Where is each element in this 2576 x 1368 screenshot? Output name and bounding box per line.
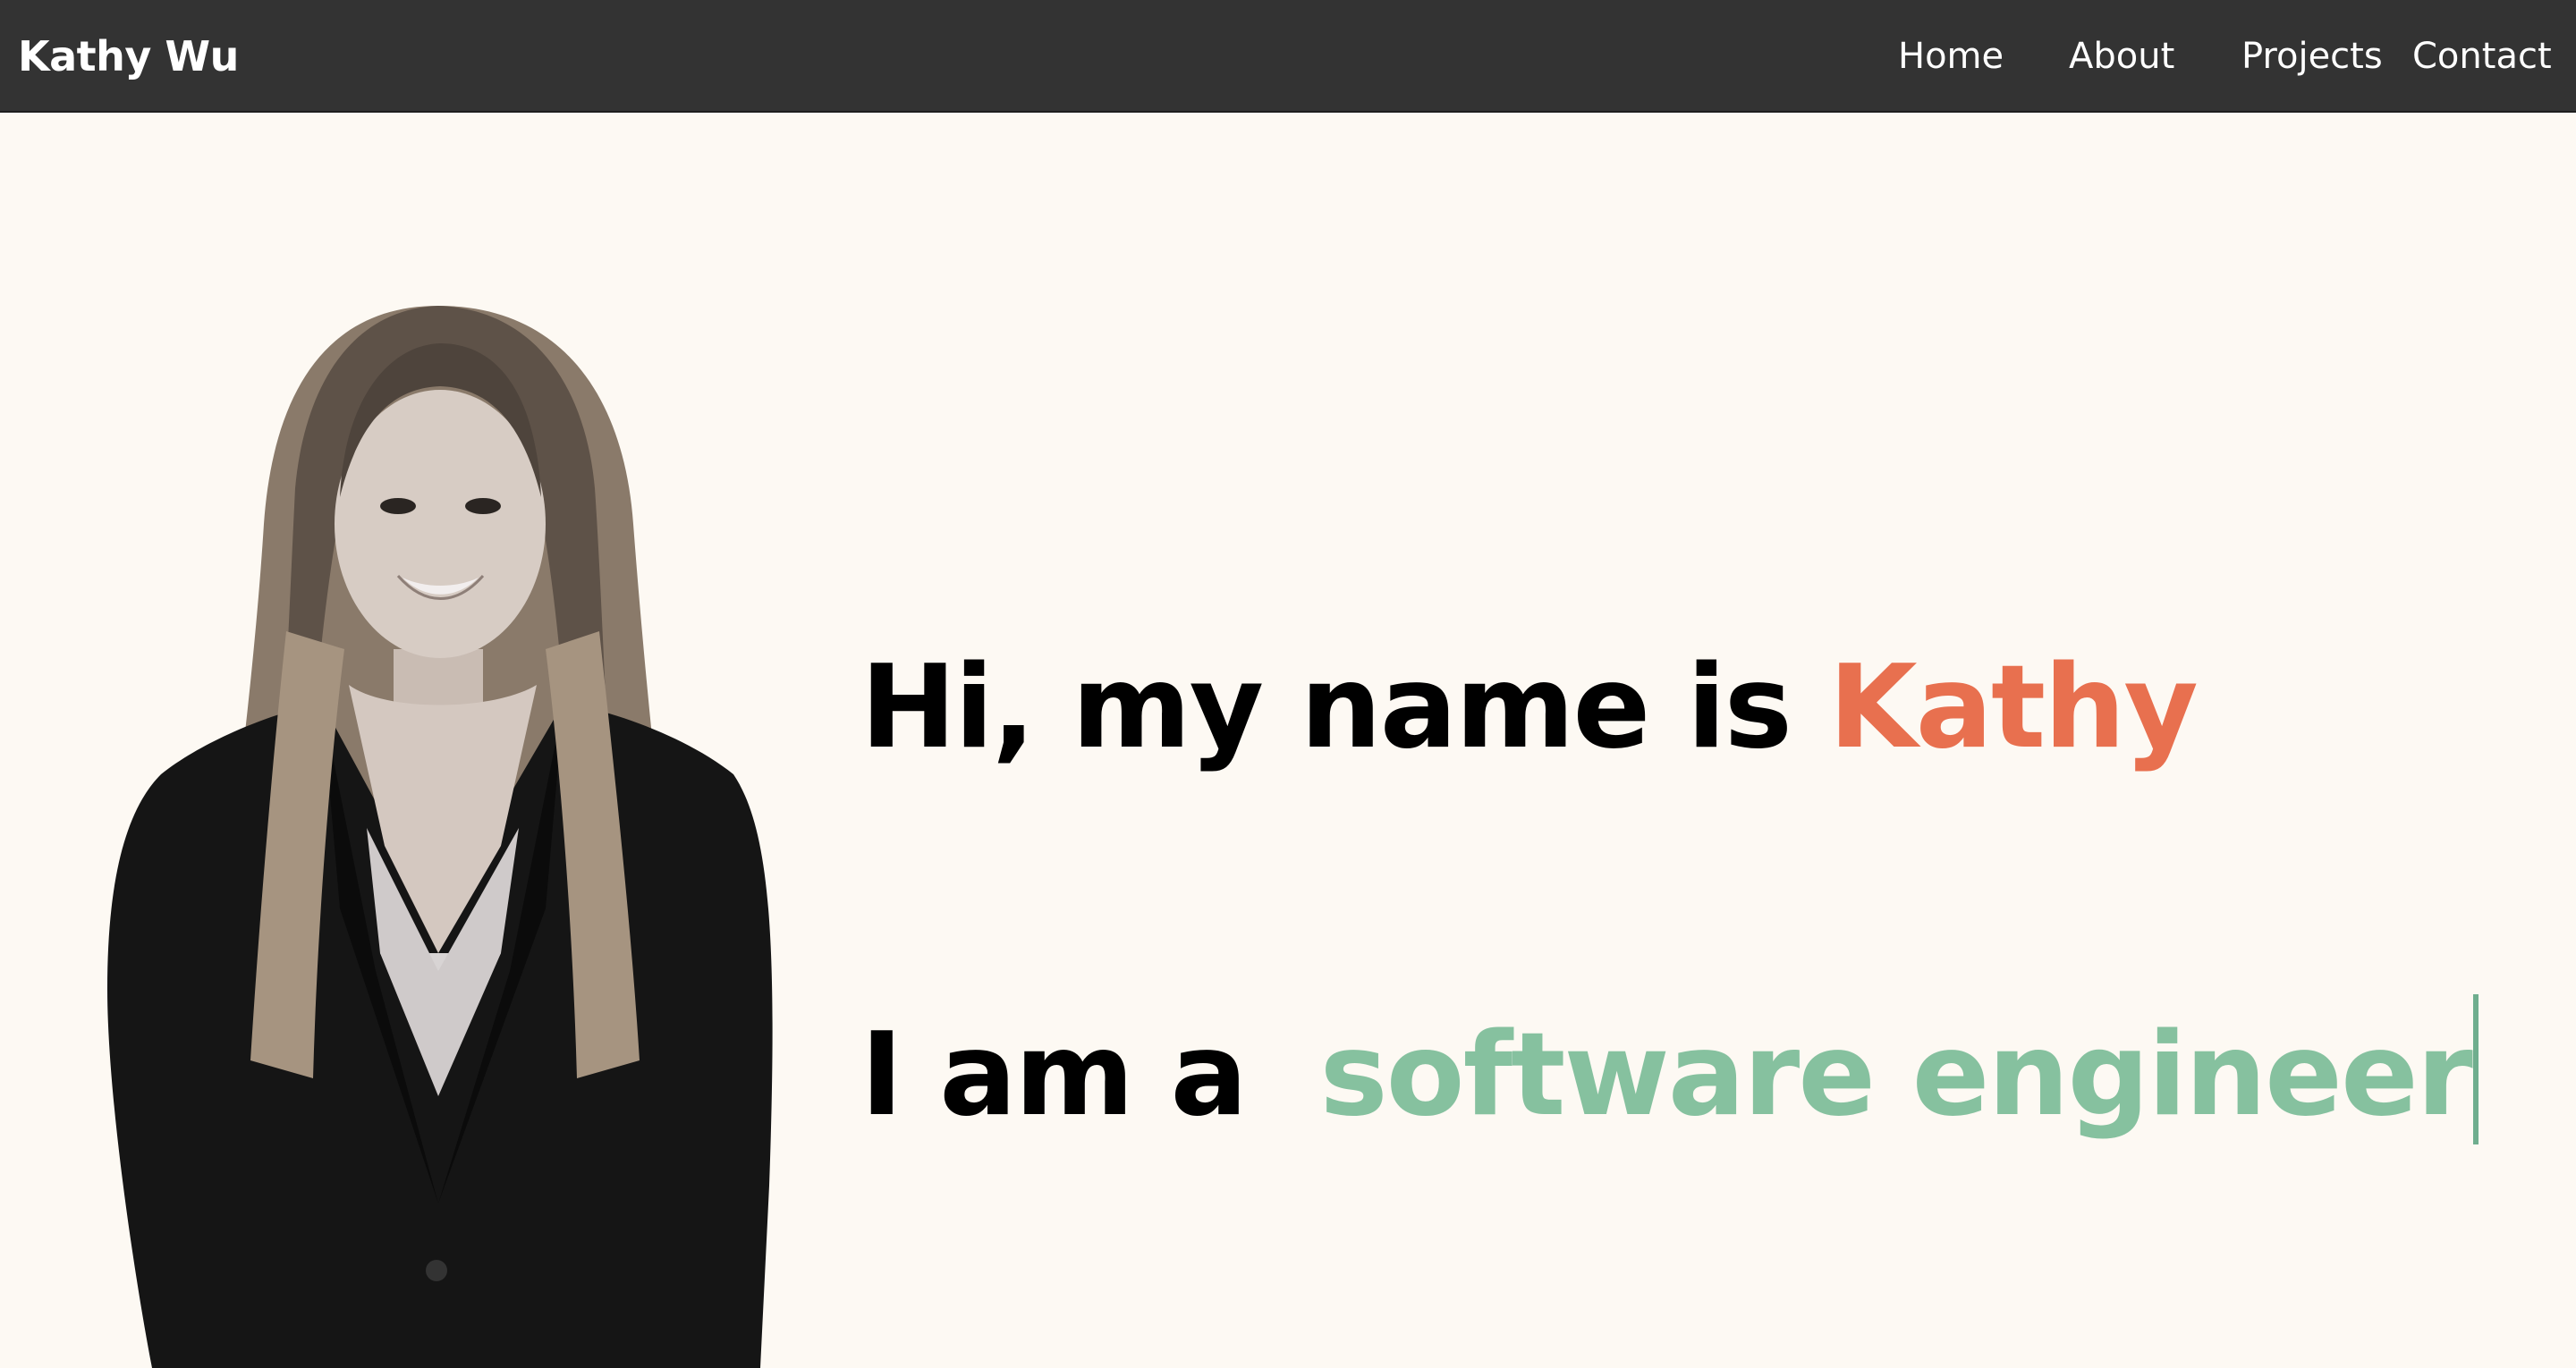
role-prefix: I am a bbox=[860, 1009, 1284, 1143]
greeting-heading: Hi, my name is Kathy bbox=[860, 640, 2199, 775]
nav-link-projects[interactable]: Projects bbox=[2241, 0, 2383, 113]
role-heading: I am a software engineer bbox=[860, 994, 2479, 1145]
greeting-prefix: Hi, my name is bbox=[860, 640, 1829, 774]
nav-link-contact[interactable]: Contact bbox=[2412, 0, 2552, 113]
site-brand[interactable]: Kathy Wu bbox=[18, 0, 239, 113]
nav-link-home[interactable]: Home bbox=[1898, 0, 2004, 113]
role-typed-text: software engineer bbox=[1319, 1009, 2472, 1143]
nav-link-about[interactable]: About bbox=[2069, 0, 2174, 113]
profile-photo bbox=[107, 306, 773, 1368]
hero-section: Hi, my name is Kathy I am a software eng… bbox=[0, 113, 2576, 1368]
typing-cursor bbox=[2472, 994, 2479, 1145]
greeting-name: Kathy bbox=[1828, 640, 2198, 774]
top-navbar: Kathy Wu Home About Projects Contact bbox=[0, 0, 2576, 113]
